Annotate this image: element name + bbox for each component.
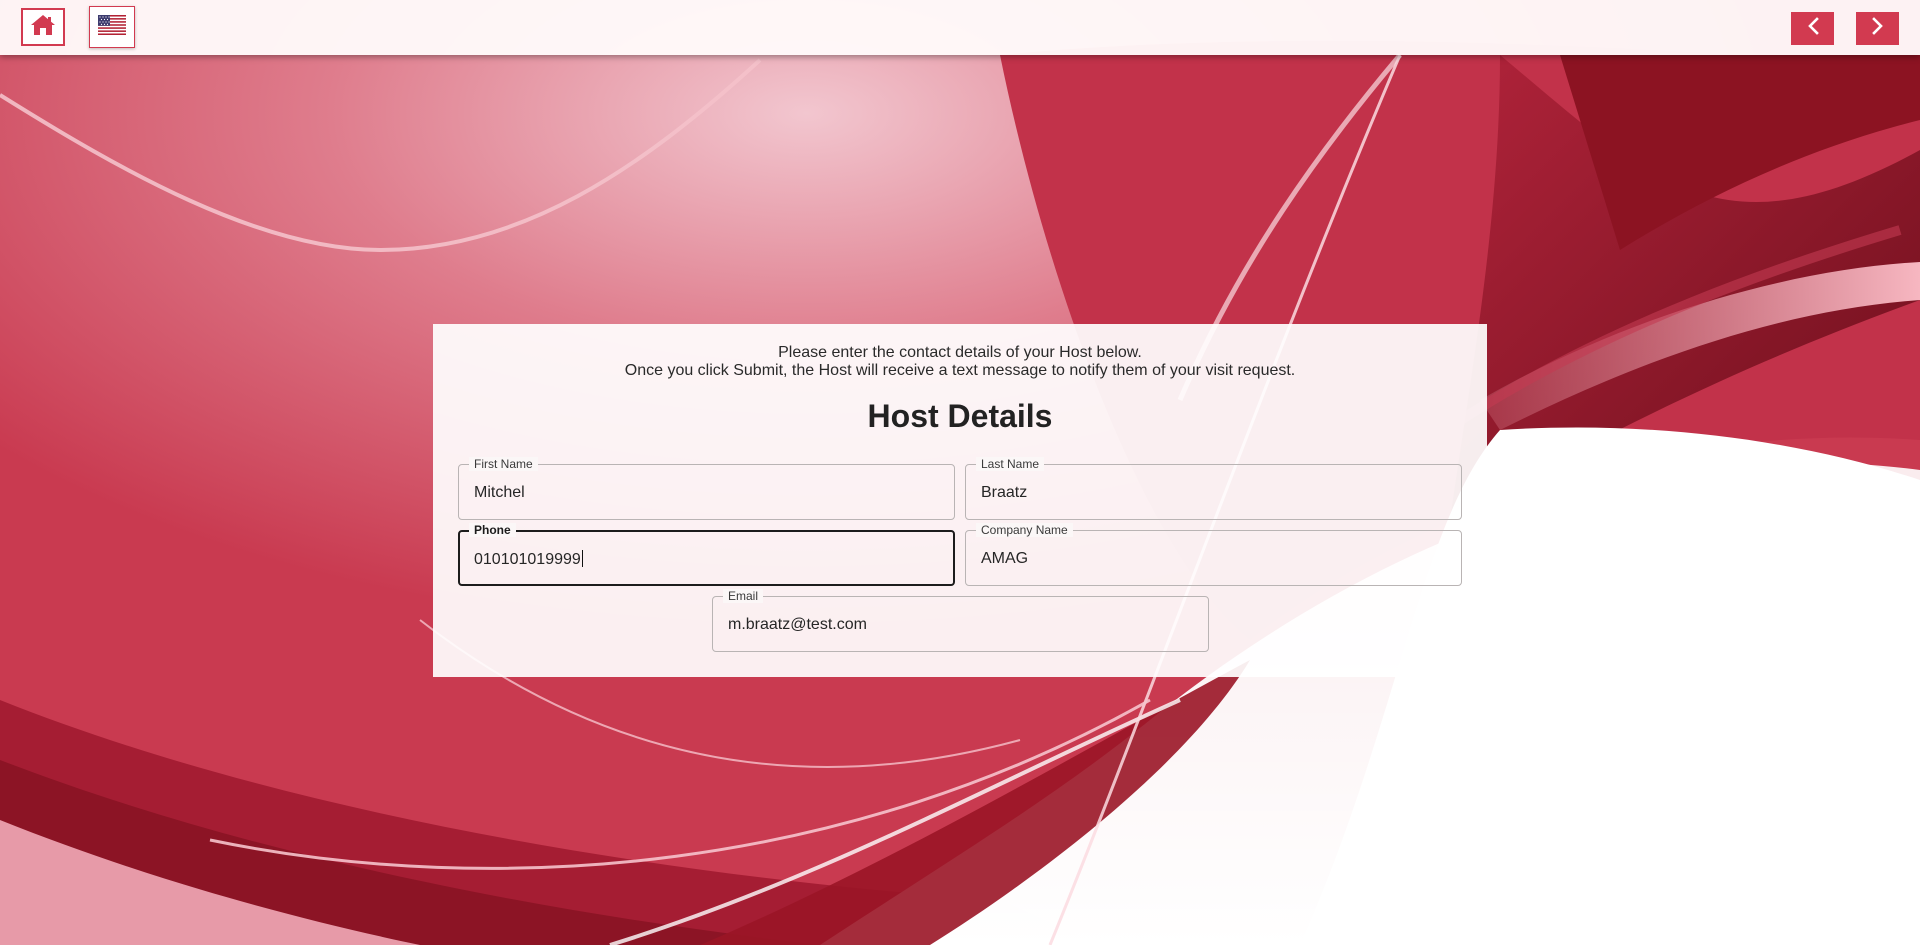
us-flag-icon: [98, 14, 126, 40]
phone-value: 010101019999: [474, 551, 581, 568]
email-label: Email: [723, 589, 764, 603]
company-name-field[interactable]: Company Name AMAG: [965, 523, 1462, 586]
first-name-field[interactable]: First Name Mitchel: [458, 457, 955, 520]
home-icon: [30, 13, 56, 42]
phone-field[interactable]: Phone 010101019999: [458, 523, 955, 586]
last-name-value: Braatz: [981, 484, 1028, 501]
chevron-right-icon: [1871, 17, 1885, 40]
email-value: m.braatz@test.com: [728, 616, 867, 633]
intro-line-1: Please enter the contact details of your…: [778, 344, 1142, 361]
home-button[interactable]: [21, 8, 65, 46]
language-button[interactable]: [89, 6, 135, 48]
company-name-label: Company Name: [976, 523, 1073, 537]
phone-label: Phone: [469, 523, 516, 537]
intro-line-2: Once you click Submit, the Host will rec…: [624, 362, 1296, 379]
first-name-value: Mitchel: [474, 484, 525, 501]
company-name-value: AMAG: [981, 550, 1029, 567]
chevron-left-icon: [1806, 17, 1820, 40]
next-button[interactable]: [1856, 12, 1899, 45]
top-bar: [0, 0, 1920, 55]
host-details-panel: Please enter the contact details of your…: [433, 324, 1487, 677]
phone-value-wrap: 010101019999: [474, 550, 583, 569]
page-title: Host Details: [867, 398, 1053, 434]
text-caret: [581, 550, 583, 567]
intro-text: Please enter the contact details of your…: [433, 344, 1487, 380]
first-name-label: First Name: [469, 457, 538, 471]
back-button[interactable]: [1791, 12, 1834, 45]
email-field[interactable]: Email m.braatz@test.com: [712, 589, 1209, 652]
last-name-field[interactable]: Last Name Braatz: [965, 457, 1462, 520]
last-name-label: Last Name: [976, 457, 1045, 471]
